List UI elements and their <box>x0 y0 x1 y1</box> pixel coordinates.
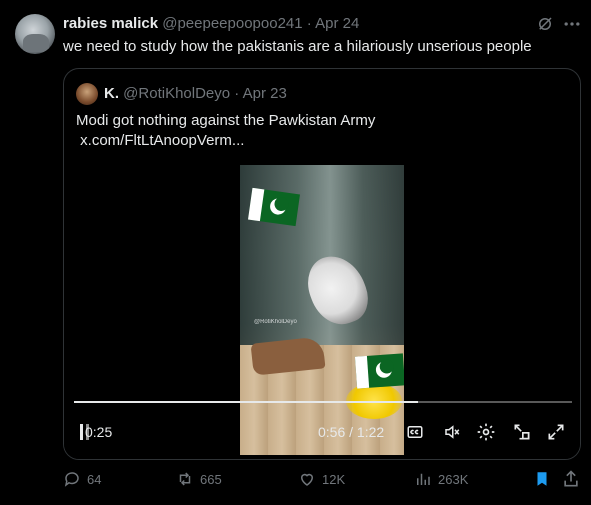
quote-author-avatar <box>76 83 98 105</box>
pakistan-flag-icon <box>354 353 404 389</box>
quote-link[interactable]: x.com/FltLtAnoopVerm... <box>76 131 375 151</box>
tweet-text: we need to study how the pakistanis are … <box>63 38 532 55</box>
author-handle[interactable]: @peepeepoopoo241 <box>162 15 302 32</box>
retweet-button[interactable]: 665 <box>176 470 222 488</box>
author-avatar[interactable] <box>15 14 55 54</box>
more-icon[interactable] <box>562 14 582 34</box>
video-elapsed: 0:25 <box>85 424 113 440</box>
quote-separator: · <box>234 85 240 102</box>
tweet-header: rabies malick @peepeepoopoo241 · Apr 24 <box>63 15 359 32</box>
settings-icon[interactable] <box>476 422 496 442</box>
quote-text-line: Modi got nothing against the Pawkistan A… <box>76 112 376 129</box>
grok-icon[interactable] <box>536 15 554 33</box>
quote-author-handle: @RotiKholDeyo <box>123 85 231 102</box>
like-count: 12K <box>322 471 346 487</box>
header-separator: · <box>306 15 312 32</box>
fullscreen-icon[interactable] <box>546 422 566 442</box>
quote-date: Apr 23 <box>242 85 287 102</box>
like-button[interactable]: 12K <box>298 470 345 488</box>
pakistan-flag-icon <box>248 187 300 227</box>
tweet-date[interactable]: Apr 24 <box>315 15 359 32</box>
video-progress-fill <box>74 401 418 403</box>
tweet-actions: 64 665 12K 263K <box>63 468 581 490</box>
video-watermark: @RotiKholDeyo <box>254 319 297 325</box>
cc-icon[interactable] <box>406 423 424 441</box>
views-button[interactable]: 263K <box>414 470 468 488</box>
quote-text: Modi got nothing against the Pawkistan A… <box>76 111 375 151</box>
video-progress-bar[interactable] <box>74 401 572 403</box>
quoted-tweet[interactable]: K. @RotiKholDeyo · Apr 23 Modi got nothi… <box>63 68 581 460</box>
mute-icon[interactable] <box>442 423 462 441</box>
like-icon <box>300 473 314 486</box>
share-icon[interactable] <box>561 469 581 489</box>
reply-count: 64 <box>87 471 102 487</box>
quote-header: K. @RotiKholDeyo · Apr 23 <box>104 85 287 102</box>
video-player[interactable]: @RotiKholDeyo 0:25 0:56 / 1:22 <box>64 165 580 459</box>
video-frame[interactable]: @RotiKholDeyo <box>240 165 404 455</box>
quote-author-name: K. <box>104 85 119 102</box>
retweet-icon <box>179 472 191 486</box>
popout-icon[interactable] <box>512 422 532 442</box>
author-name[interactable]: rabies malick <box>63 15 158 32</box>
retweet-count: 665 <box>200 471 222 487</box>
views-icon <box>417 473 430 485</box>
video-controls: 0:25 0:56 / 1:22 <box>64 421 580 445</box>
reply-button[interactable]: 64 <box>63 470 101 488</box>
reply-icon <box>64 472 79 487</box>
bookmark-icon[interactable] <box>533 470 551 488</box>
video-time: 0:56 / 1:22 <box>318 424 385 440</box>
views-count: 263K <box>438 471 469 487</box>
